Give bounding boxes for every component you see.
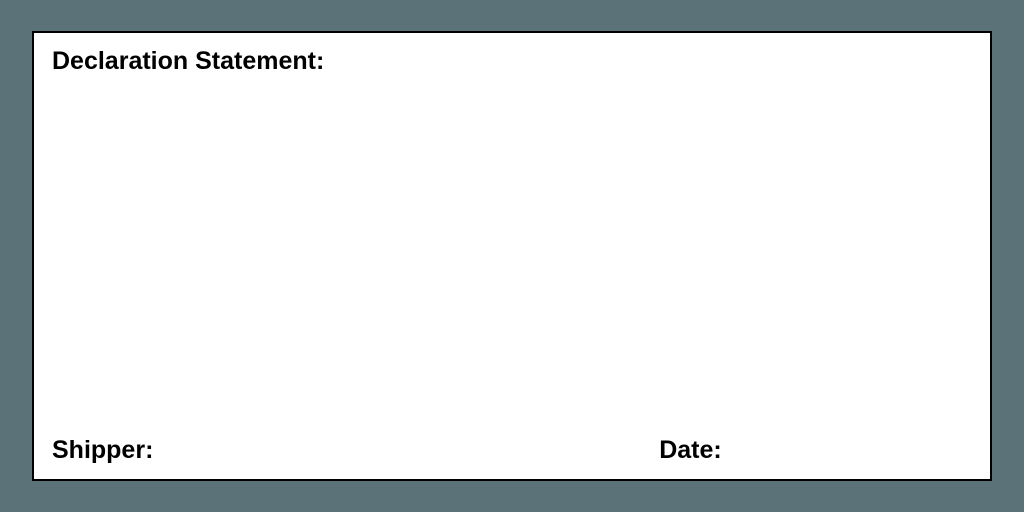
shipper-label: Shipper: [52, 436, 659, 465]
footer-row: Shipper: Date: [52, 436, 972, 465]
declaration-form-box: Declaration Statement: Shipper: Date: [32, 31, 992, 481]
declaration-statement-label: Declaration Statement: [52, 47, 972, 76]
date-label: Date: [659, 436, 972, 465]
